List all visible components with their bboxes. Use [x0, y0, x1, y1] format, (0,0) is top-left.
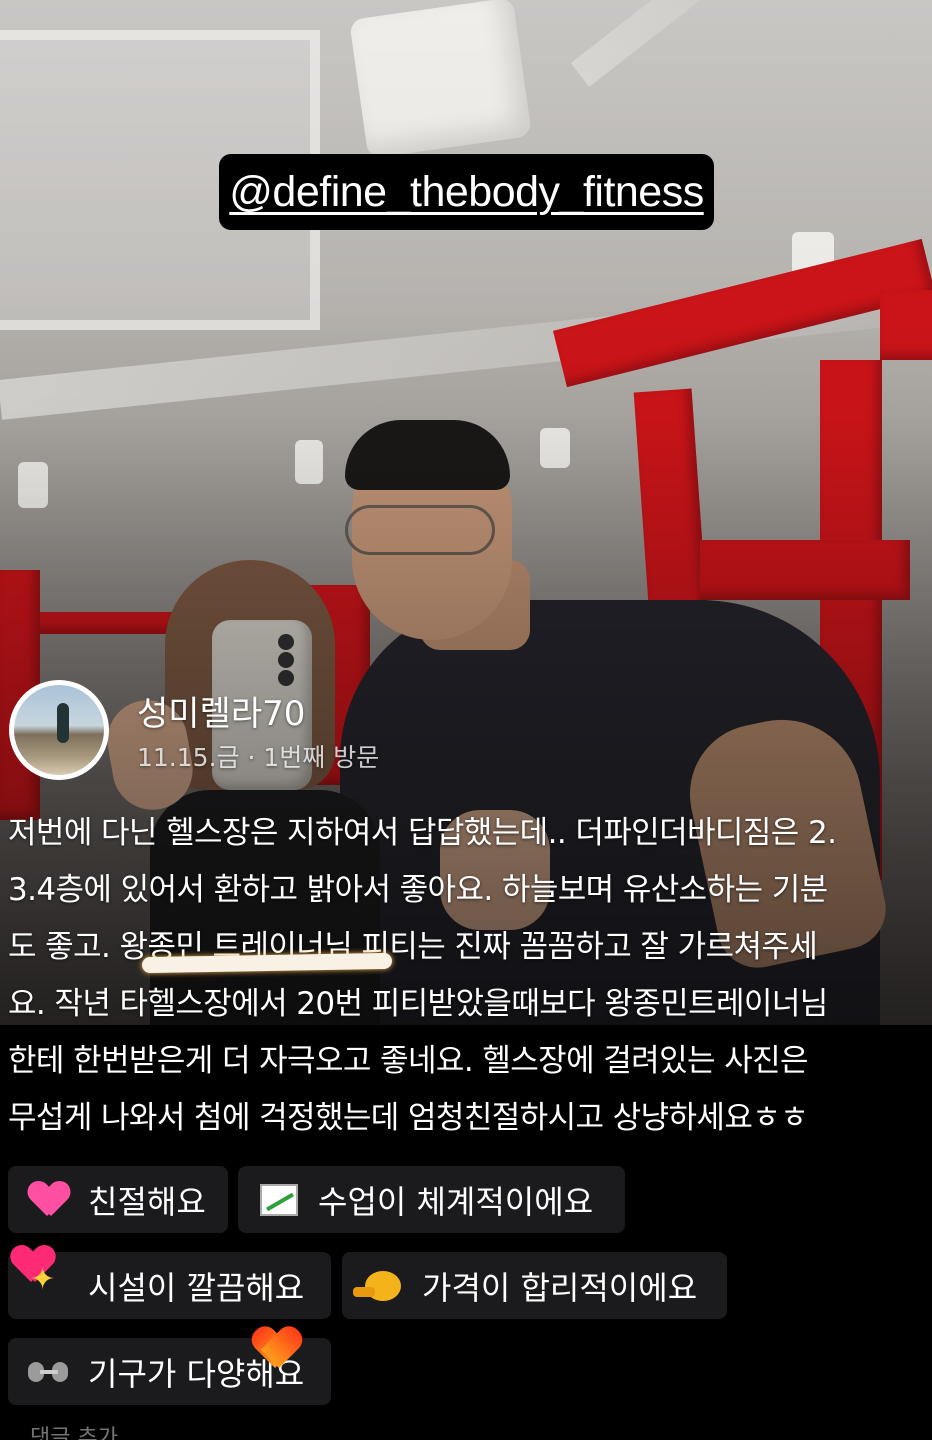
coin-icon [353, 1265, 404, 1307]
avatar-photo [14, 685, 104, 775]
keyword-chip-systematic: 수업이 체계적이에요 [238, 1166, 625, 1233]
keyword-label: 친절해요 [88, 1182, 206, 1221]
dumbbell-icon [28, 1351, 70, 1393]
review-text: 저번에 다닌 헬스장은 지하여서 답답했는데.. 더파인더바디짐은 2. 3.4… [8, 805, 932, 1147]
keyword-chip-price: 가격이 합리적이에요 [342, 1252, 727, 1319]
review-author[interactable]: 성미렐라70 [137, 686, 305, 735]
review-line: 3.4층에 있어서 환하고 밝아서 좋아요. 하늘보며 유산소하는 기분 [8, 872, 828, 908]
review-meta: 11.15.금 · 1번째 방문 [137, 743, 380, 772]
chart-increasing-icon [258, 1179, 300, 1221]
keyword-label: 수업이 체계적이에요 [318, 1182, 594, 1221]
comment-hint[interactable]: 댓글 추가 [30, 1420, 118, 1440]
keyword-label: 가격이 합리적이에요 [422, 1268, 698, 1307]
avatar[interactable] [9, 680, 109, 780]
keyword-chip-friendly: 친절해요 [8, 1166, 228, 1233]
orange-heart-sticker-icon [253, 1328, 301, 1374]
avatar-figure [57, 703, 69, 743]
heart-icon [28, 1179, 70, 1221]
keyword-chip-clean: 시설이 깔끔해요 [8, 1252, 331, 1319]
review-line: 한테 한번받은게 더 자극오고 좋네요. 헬스장에 걸려있는 사진은 [8, 1043, 809, 1079]
review-line: 요. 작년 타헬스장에서 20번 피티받았을때보다 왕종민트레이너님 [8, 986, 828, 1022]
mention-sticker[interactable]: @define_thebody_fitness [219, 154, 714, 230]
mention-label: @define_thebody_fitness [229, 167, 704, 216]
review-line: 저번에 다닌 헬스장은 지하여서 답답했는데.. 더파인더바디짐은 2. [8, 815, 837, 851]
review-line: 무섭게 나와서 첨에 걱정했는데 엄청친절하시고 상냥하세요ㅎㅎ [8, 1100, 809, 1136]
keyword-label: 시설이 깔끔해요 [88, 1268, 305, 1307]
sparkle-sticker-icon: ✦ [30, 1262, 56, 1297]
